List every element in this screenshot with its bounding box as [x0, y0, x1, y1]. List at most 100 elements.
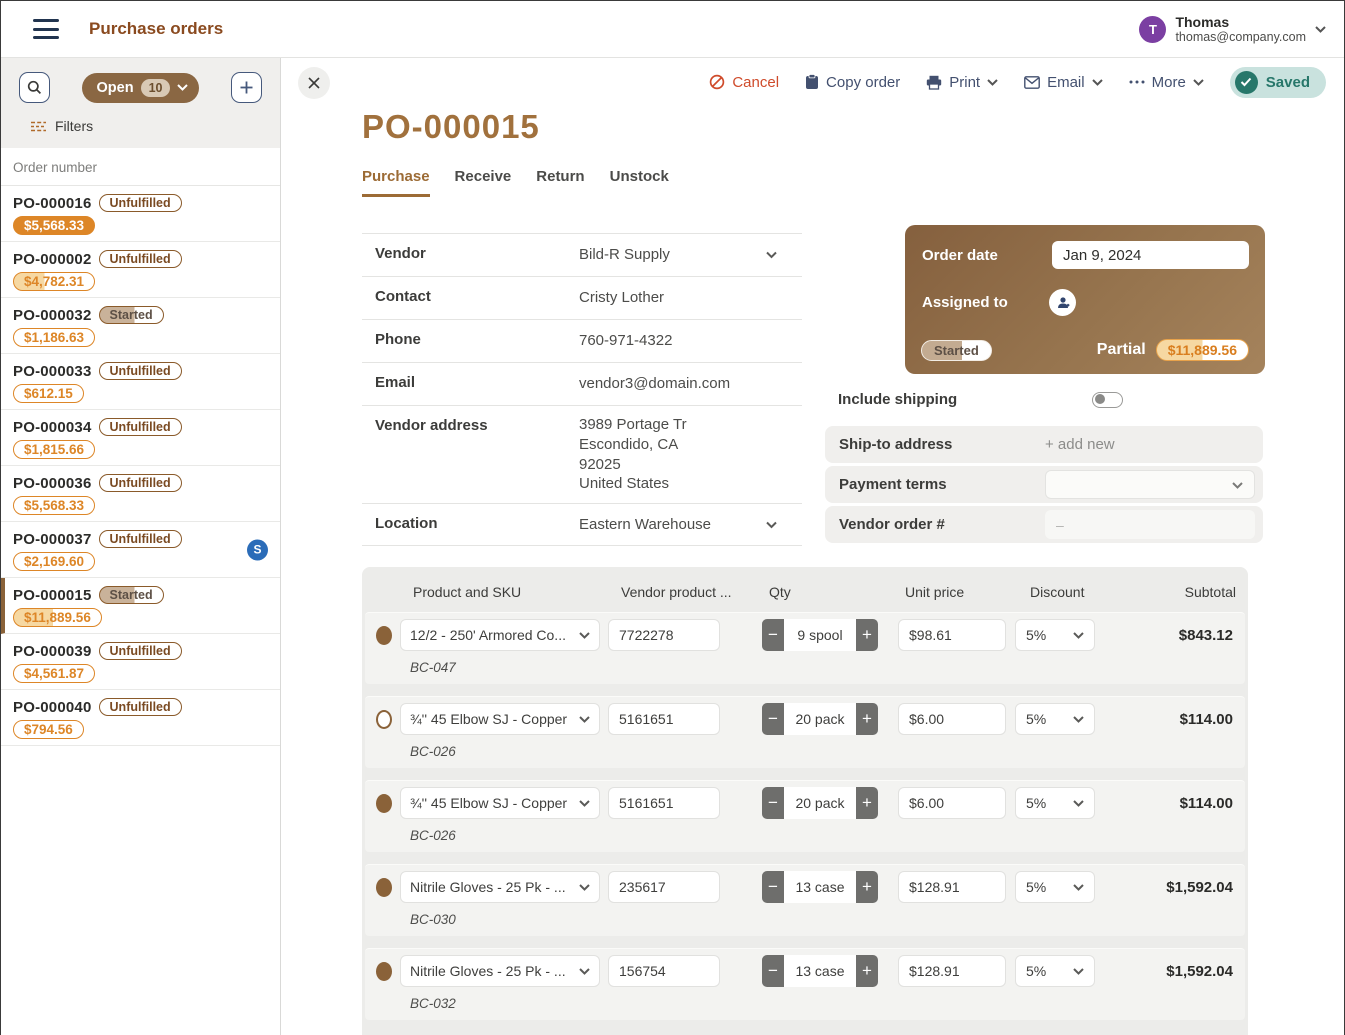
vendor-select[interactable]: Bild-R Supply — [579, 245, 670, 265]
increase-qty-button[interactable]: + — [856, 871, 878, 903]
add-order-button[interactable] — [231, 72, 262, 103]
include-shipping-label: Include shipping — [838, 391, 958, 408]
topbar: Purchase orders T Thomas thomas@company.… — [1, 1, 1344, 58]
vendor-product-code-input[interactable]: 235617 — [608, 871, 720, 903]
vendor-product-code-input[interactable]: 7722278 — [608, 619, 720, 651]
decrease-qty-button[interactable]: − — [762, 955, 784, 987]
discount-select[interactable]: 5% — [1015, 871, 1095, 903]
cancel-order-button[interactable]: Cancel — [709, 74, 779, 91]
chevron-down-icon — [1091, 78, 1103, 86]
vendor-order-row: Vendor order # – — [825, 506, 1263, 543]
chevron-down-icon — [766, 521, 777, 529]
order-number: PO-000037 — [13, 530, 92, 548]
order-list-item[interactable]: PO-000034 Unfulfilled $1,815.66 — [1, 410, 280, 466]
order-list-item[interactable]: PO-000015 Started $11,889.56 — [1, 578, 280, 634]
decrease-qty-button[interactable]: − — [762, 871, 784, 903]
decrease-qty-button[interactable]: − — [762, 619, 784, 651]
tab-return[interactable]: Return — [536, 168, 584, 197]
vendor-product-code-input[interactable]: 156754 — [608, 955, 720, 987]
email-icon — [1024, 75, 1040, 89]
unit-price-input[interactable]: $6.00 — [898, 703, 1006, 735]
vendor-order-input[interactable]: – — [1045, 510, 1255, 539]
filters-label: Filters — [55, 118, 94, 134]
discount-select[interactable]: 5% — [1015, 955, 1095, 987]
order-list-item[interactable]: PO-000016 Unfulfilled $5,568.33 — [1, 186, 280, 242]
item-status-dot — [376, 709, 392, 729]
order-number: PO-000015 — [13, 586, 92, 604]
user-name: Thomas — [1175, 14, 1230, 31]
unit-price-input[interactable]: $128.91 — [898, 955, 1006, 987]
table-header: Product and SKU Vendor product ... Qty U… — [362, 567, 1248, 612]
table-rows: 12/2 - 250' Armored Co... 7722278−9 spool… — [362, 612, 1248, 1020]
tab-receive[interactable]: Receive — [455, 168, 512, 197]
unit-price-input[interactable]: $6.00 — [898, 787, 1006, 819]
status-filter-dropdown[interactable]: Open 10 — [81, 72, 200, 103]
order-amount-badge: $4,782.31 — [13, 272, 96, 291]
quantity-input[interactable]: 9 spool — [784, 619, 856, 651]
order-list-item[interactable]: PO-000032 Started $1,186.63 — [1, 298, 280, 354]
order-list-item[interactable]: PO-000040 Unfulfilled $794.56 — [1, 690, 280, 746]
unit-price-input[interactable]: $128.91 — [898, 871, 1006, 903]
quantity-input[interactable]: 13 case — [784, 955, 856, 987]
header-qty: Qty — [769, 584, 791, 600]
order-list-item[interactable]: PO-000036 Unfulfilled $5,568.33 — [1, 466, 280, 522]
order-list-item[interactable]: PO-000002 Unfulfilled $4,782.31 — [1, 242, 280, 298]
quantity-input[interactable]: 20 pack — [784, 703, 856, 735]
discount-select[interactable]: 5% — [1015, 703, 1095, 735]
print-button[interactable]: Print — [926, 74, 998, 91]
order-list-item[interactable]: PO-000037 Unfulfilled $2,169.60 S — [1, 522, 280, 578]
product-select[interactable]: ¾'' 45 Elbow SJ - Copper — [400, 787, 600, 819]
assign-user-button[interactable] — [1049, 289, 1076, 316]
discount-select[interactable]: 5% — [1015, 619, 1095, 651]
product-select[interactable]: Nitrile Gloves - 25 Pk - ... — [400, 871, 600, 903]
copy-order-button[interactable]: Copy order — [805, 74, 900, 91]
status-filter-label: Open — [96, 79, 134, 96]
increase-qty-button[interactable]: + — [856, 955, 878, 987]
tab-purchase[interactable]: Purchase — [362, 168, 430, 197]
hamburger-menu-icon[interactable] — [33, 19, 59, 39]
filters-button[interactable]: Filters — [31, 118, 262, 134]
search-button[interactable] — [19, 72, 50, 103]
order-status-badge: Unfulfilled — [98, 474, 182, 492]
location-field-row[interactable]: Location Eastern Warehouse — [362, 503, 802, 547]
vendor-product-code-input[interactable]: 5161651 — [608, 703, 720, 735]
unit-price-input[interactable]: $98.61 — [898, 619, 1006, 651]
order-status-badge: Started — [98, 586, 164, 604]
order-list-item[interactable]: PO-000033 Unfulfilled $612.15 — [1, 354, 280, 410]
sidebar-header: Open 10 Filters — [1, 58, 280, 148]
discount-select[interactable]: 5% — [1015, 787, 1095, 819]
increase-qty-button[interactable]: + — [856, 619, 878, 651]
order-list-item[interactable]: PO-000039 Unfulfilled $4,561.87 — [1, 634, 280, 690]
payment-terms-select[interactable] — [1045, 470, 1255, 499]
order-date-input[interactable]: Jan 9, 2024 — [1052, 241, 1249, 269]
tab-unstock[interactable]: Unstock — [610, 168, 669, 197]
ship-to-label: Ship-to address — [839, 436, 953, 453]
decrease-qty-button[interactable]: − — [762, 703, 784, 735]
add-ship-to-address-link[interactable]: + add new — [1045, 436, 1115, 453]
product-select[interactable]: 12/2 - 250' Armored Co... — [400, 619, 600, 651]
check-icon — [1234, 70, 1258, 94]
chevron-down-icon — [1232, 482, 1243, 489]
vendor-field-row[interactable]: Vendor Bild-R Supply — [362, 233, 802, 276]
phone-field-row: Phone 760-971-4322 — [362, 319, 802, 362]
include-shipping-toggle[interactable] — [1092, 391, 1124, 408]
user-menu[interactable]: T Thomas thomas@company.com — [1139, 1, 1326, 58]
quantity-input[interactable]: 13 case — [784, 871, 856, 903]
order-number: PO-000040 — [13, 698, 92, 716]
vendor-product-code-input[interactable]: 5161651 — [608, 787, 720, 819]
line-item-row: ¾'' 45 Elbow SJ - Copper 5161651 −20 pack +… — [365, 780, 1245, 852]
location-select[interactable]: Eastern Warehouse — [579, 515, 711, 535]
item-sku: BC-030 — [410, 912, 456, 927]
product-select[interactable]: Nitrile Gloves - 25 Pk - ... — [400, 955, 600, 987]
product-select[interactable]: ¾'' 45 Elbow SJ - Copper — [400, 703, 600, 735]
more-button[interactable]: More — [1129, 74, 1204, 91]
line-subtotal: $1,592.04 — [1166, 878, 1233, 896]
email-button[interactable]: Email — [1024, 74, 1103, 91]
quantity-input[interactable]: 20 pack — [784, 787, 856, 819]
saved-status-button[interactable]: Saved — [1229, 66, 1326, 98]
close-button[interactable] — [298, 67, 330, 99]
decrease-qty-button[interactable]: − — [762, 787, 784, 819]
increase-qty-button[interactable]: + — [856, 703, 878, 735]
increase-qty-button[interactable]: + — [856, 787, 878, 819]
quantity-stepper: −20 pack + — [762, 703, 878, 735]
